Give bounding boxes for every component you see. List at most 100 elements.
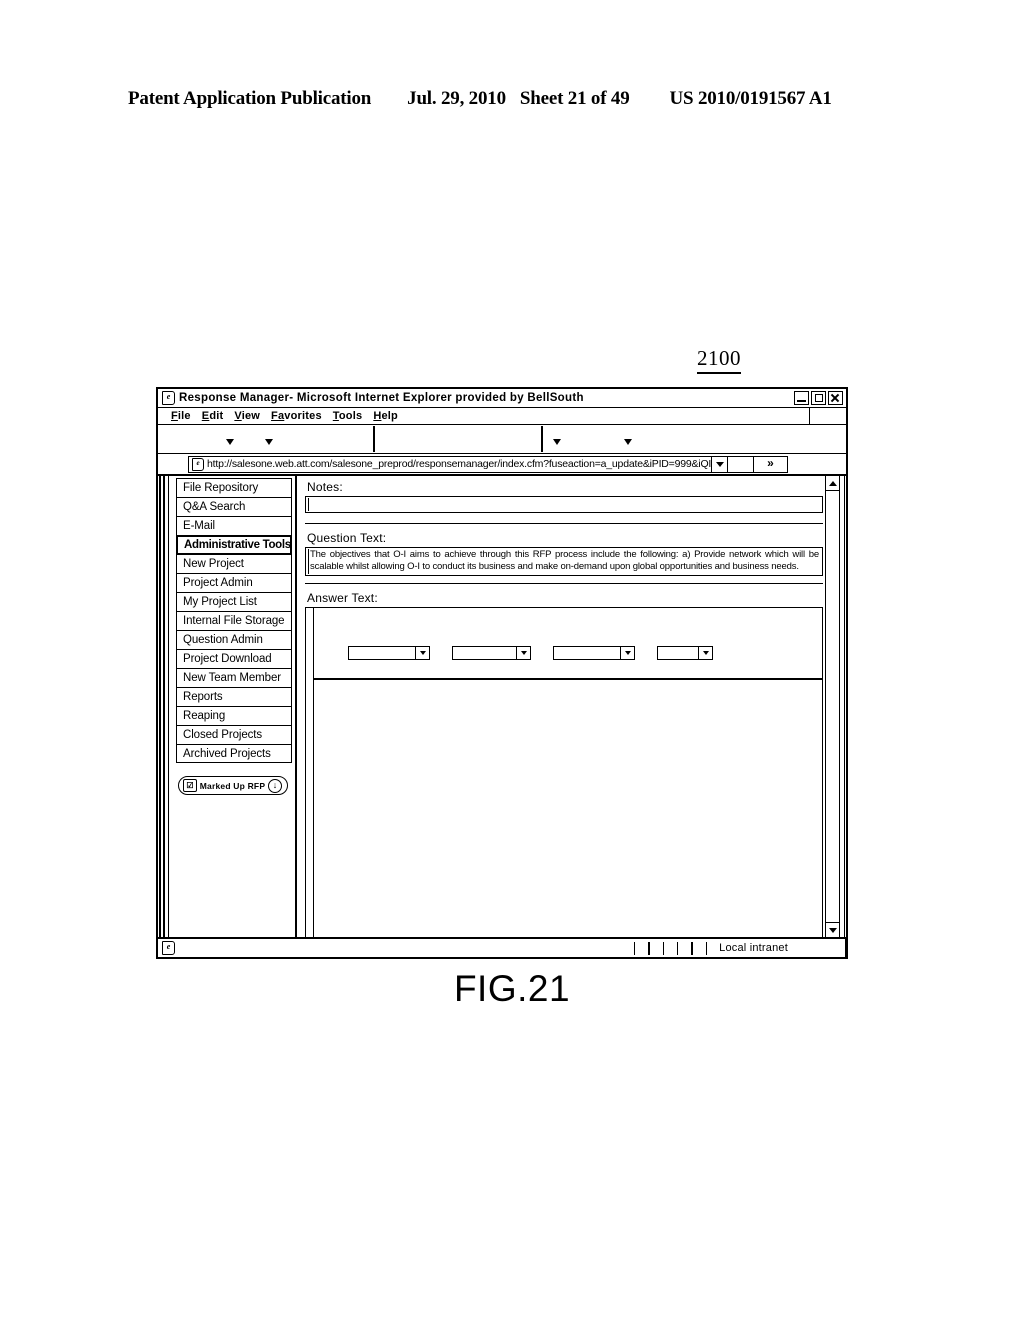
toolbar-dropdown-arrow-3[interactable] bbox=[553, 439, 561, 445]
address-page-icon: e bbox=[192, 457, 204, 471]
sidebar-item-reaping[interactable]: Reaping bbox=[176, 706, 292, 725]
close-button[interactable] bbox=[828, 391, 843, 405]
menu-rest-edit: dit bbox=[209, 410, 224, 422]
chevron-down-icon bbox=[419, 651, 426, 656]
question-text-label: Question Text: bbox=[307, 531, 387, 546]
menu-rest-tools: ools bbox=[338, 410, 363, 422]
toolbar-dropdown-arrow-4[interactable] bbox=[624, 439, 632, 445]
patent-publication-label: Patent Application Publication bbox=[128, 88, 372, 109]
menu-mnemonic-favorites: Fa bbox=[271, 410, 285, 422]
sidebar-item-new-project[interactable]: New Project bbox=[176, 554, 292, 573]
scroll-up-button[interactable] bbox=[826, 476, 839, 491]
sidebar-item-internal-file-storage[interactable]: Internal File Storage bbox=[176, 611, 292, 630]
minimize-button[interactable] bbox=[794, 391, 809, 405]
sidebar-item-label: New Project bbox=[183, 558, 244, 570]
sidebar-item-label: Project Download bbox=[183, 653, 272, 665]
browser-window: e Response Manager- Microsoft Internet E… bbox=[156, 387, 848, 959]
left-frame-edge bbox=[158, 476, 168, 937]
menu-item-tools[interactable]: Tools bbox=[333, 410, 363, 422]
status-security-zone: Local intranet bbox=[719, 942, 788, 954]
sidebar-item-administrative-tools[interactable]: Administrative Tools bbox=[176, 535, 292, 554]
answer-dropdown-2[interactable] bbox=[452, 646, 531, 661]
vertical-scrollbar[interactable] bbox=[825, 476, 840, 937]
sidebar-item-my-project-list[interactable]: My Project List bbox=[176, 592, 292, 611]
menu-bar: File Edit View Favorites Tools Help bbox=[158, 408, 846, 425]
right-frame-edge bbox=[840, 476, 846, 937]
sidebar-item-project-admin[interactable]: Project Admin bbox=[176, 573, 292, 592]
figure-reference-numeral: 2100 bbox=[697, 346, 741, 374]
sidebar-item-qa-search[interactable]: Q&A Search bbox=[176, 497, 292, 516]
toolbar-dropdown-arrow-1[interactable] bbox=[226, 439, 234, 445]
figure-caption: FIG.21 bbox=[453, 968, 571, 1009]
marked-up-rfp-label: Marked Up RFP bbox=[199, 780, 266, 791]
answer-dropdown-3[interactable] bbox=[553, 646, 635, 661]
answer-dropdown-2-button[interactable] bbox=[516, 647, 530, 660]
scroll-down-button[interactable] bbox=[826, 922, 839, 937]
sidebar-item-label: Archived Projects bbox=[183, 747, 271, 760]
notes-label: Notes: bbox=[307, 480, 343, 494]
address-input[interactable]: e http://salesone.web.att.com/salesone_p… bbox=[188, 455, 728, 473]
menu-item-help[interactable]: Help bbox=[373, 410, 398, 422]
caret-up-icon bbox=[828, 480, 837, 486]
toolbar-separator-1 bbox=[373, 426, 375, 452]
chevron-down-icon bbox=[715, 461, 724, 467]
menu-mnemonic-view: V bbox=[234, 410, 242, 422]
sidebar-item-question-admin[interactable]: Question Admin bbox=[176, 630, 292, 649]
sidebar-item-label: E-Mail bbox=[183, 520, 215, 532]
chevron-down-icon bbox=[520, 651, 527, 656]
address-dropdown-button[interactable] bbox=[711, 456, 727, 472]
sidebar-item-email[interactable]: E-Mail bbox=[176, 516, 292, 535]
menu-item-view[interactable]: View bbox=[234, 410, 260, 422]
menu-item-file[interactable]: File bbox=[171, 410, 191, 422]
status-page-icon: e bbox=[162, 941, 175, 955]
maximize-button[interactable] bbox=[811, 391, 826, 405]
answer-dropdown-4-button[interactable] bbox=[698, 647, 712, 660]
window-title: Response Manager- Microsoft Internet Exp… bbox=[179, 392, 584, 404]
sidebar-item-label: Internal File Storage bbox=[183, 615, 285, 627]
address-go-slot[interactable] bbox=[728, 455, 754, 473]
answer-dropdown-4[interactable] bbox=[657, 646, 713, 661]
answer-text-panel bbox=[305, 607, 823, 937]
menu-rest-view: iew bbox=[241, 410, 261, 422]
answer-dropdown-4-value bbox=[658, 647, 698, 659]
status-bar: e Local intranet bbox=[158, 937, 846, 957]
notes-input[interactable] bbox=[305, 496, 823, 513]
address-bar-endcap bbox=[788, 456, 846, 473]
download-arrow-icon: ↓ bbox=[268, 778, 282, 793]
document-check-icon: ☑ bbox=[183, 779, 197, 792]
answer-dropdown-3-button[interactable] bbox=[620, 647, 634, 660]
sidebar-item-reports[interactable]: Reports bbox=[176, 687, 292, 706]
answer-panel-body bbox=[314, 608, 822, 937]
answer-dropdown-2-value bbox=[453, 647, 516, 659]
sidebar-item-file-repository[interactable]: File Repository bbox=[176, 478, 292, 497]
chevron-down-icon bbox=[702, 651, 709, 656]
sidebar-menu: File Repository Q&A Search E-Mail Admini… bbox=[176, 478, 292, 763]
sidebar-item-new-team-member[interactable]: New Team Member bbox=[176, 668, 292, 687]
sidebar-item-label: Project Admin bbox=[183, 577, 253, 589]
address-bar-row: e http://salesone.web.att.com/salesone_p… bbox=[158, 454, 846, 476]
sidebar-item-project-download[interactable]: Project Download bbox=[176, 649, 292, 668]
menu-item-edit[interactable]: Edit bbox=[202, 410, 224, 422]
toolbar-dropdown-arrow-2[interactable] bbox=[265, 439, 273, 445]
sidebar-item-archived-projects[interactable]: Archived Projects bbox=[176, 744, 292, 763]
sidebar-item-label: Reaping bbox=[183, 710, 226, 722]
toolbar-overflow-button[interactable]: » bbox=[754, 455, 788, 473]
window-titlebar: e Response Manager- Microsoft Internet E… bbox=[158, 389, 846, 408]
status-bar-segments bbox=[633, 941, 708, 955]
sidebar-item-label: Administrative Tools bbox=[184, 539, 291, 551]
status-bar-endcap bbox=[844, 939, 846, 957]
menubar-right-divider bbox=[808, 408, 810, 424]
answer-dropdown-1-value bbox=[349, 647, 415, 659]
scrollbar-track[interactable] bbox=[826, 491, 839, 922]
marked-up-rfp-button[interactable]: ☑ Marked Up RFP ↓ bbox=[178, 776, 288, 795]
menu-rest-help: elp bbox=[381, 410, 398, 422]
answer-dropdown-1-button[interactable] bbox=[415, 647, 429, 660]
answer-editor-area[interactable] bbox=[314, 660, 822, 937]
answer-text-label: Answer Text: bbox=[307, 591, 378, 606]
question-text-box: The objectives that O-I aims to achieve … bbox=[305, 547, 823, 577]
sidebar-item-closed-projects[interactable]: Closed Projects bbox=[176, 725, 292, 744]
answer-dropdown-1[interactable] bbox=[348, 646, 430, 661]
sidebar-item-label: File Repository bbox=[183, 482, 259, 494]
menu-item-favorites[interactable]: Favorites bbox=[271, 410, 322, 422]
content-divider-1 bbox=[305, 523, 823, 525]
